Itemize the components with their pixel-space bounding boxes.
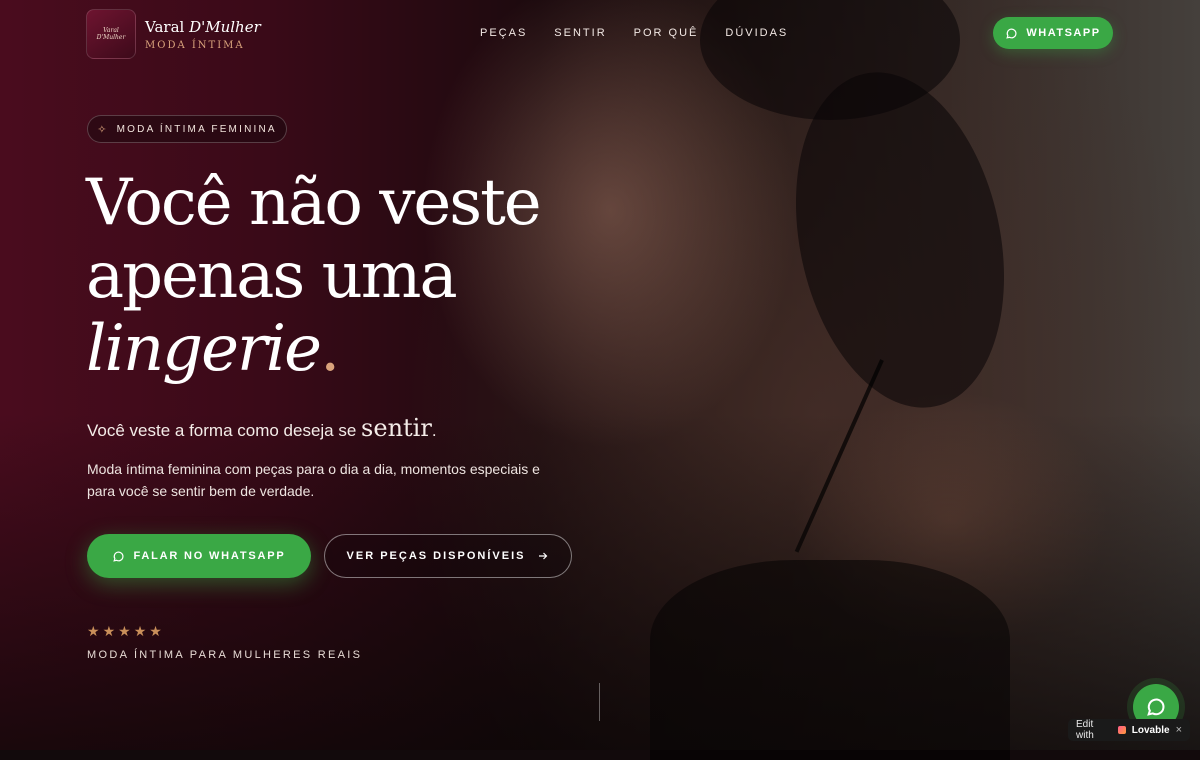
cta-view-pieces-label: VER PEÇAS DISPONÍVEIS — [346, 550, 526, 562]
nav-item-sentir[interactable]: SENTIR — [554, 27, 606, 39]
nav-item-duvidas[interactable]: DÚVIDAS — [725, 27, 788, 39]
cta-whatsapp-button[interactable]: FALAR NO WHATSAPP — [87, 534, 311, 578]
star-icon: ★ — [87, 623, 100, 639]
brand-subtitle: MODA ÍNTIMA — [145, 39, 245, 51]
hero-headline: Você não veste apenas uma lingerie. — [86, 167, 606, 386]
brand-name: Varal D'Mulher — [145, 18, 261, 36]
nav-item-por-que[interactable]: POR QUÊ — [634, 27, 699, 39]
cta-whatsapp-label: FALAR NO WHATSAPP — [133, 550, 286, 562]
category-badge-label: MODA ÍNTIMA FEMININA — [116, 123, 277, 135]
photo-shadow — [650, 560, 1010, 760]
star-icon: ★ — [102, 623, 116, 639]
arrow-right-icon — [539, 552, 548, 560]
cta-view-pieces-button[interactable]: VER PEÇAS DISPONÍVEIS — [324, 534, 572, 578]
subheadline-accent: sentir — [361, 414, 432, 442]
photo-shadow — [766, 52, 1034, 428]
photo-shadow — [700, 0, 960, 120]
main-nav: PEÇAS SENTIR POR QUÊ DÚVIDAS — [480, 27, 788, 39]
subheadline-suffix: . — [431, 421, 437, 440]
headline-italic-word: lingerie — [86, 312, 322, 386]
headline-line-1: Você não veste — [86, 166, 542, 240]
lovable-brand: Lovable — [1131, 724, 1170, 736]
logo-mark-line2: D'Mulher — [96, 34, 126, 41]
whatsapp-icon — [1147, 698, 1165, 716]
header-whatsapp-button[interactable]: WHATSAPP — [993, 17, 1113, 49]
hero-description: Moda íntima feminina com peças para o di… — [87, 461, 540, 499]
close-icon[interactable]: × — [1176, 724, 1182, 736]
nav-item-pecas[interactable]: PEÇAS — [480, 27, 527, 39]
brand-name-prefix: Varal — [145, 17, 190, 36]
star-icon: ★ — [133, 623, 147, 639]
star-icon: ★ — [118, 623, 131, 639]
headline-line-2: apenas uma — [86, 239, 458, 313]
whatsapp-icon — [1006, 28, 1017, 39]
scroll-indicator — [599, 683, 600, 721]
star-icon: ★ — [149, 623, 162, 639]
whatsapp-icon — [113, 551, 124, 562]
photo-shadow — [794, 359, 884, 553]
brand-logo[interactable]: Varal D'Mulher Varal D'Mulher MODA ÍNTIM… — [86, 9, 261, 59]
logo-mark: Varal D'Mulher — [86, 9, 136, 59]
logo-wordmark: Varal D'Mulher MODA ÍNTIMA — [145, 18, 261, 51]
star-rating: ★ ★ ★ ★ ★ — [87, 623, 162, 640]
header-whatsapp-label: WHATSAPP — [1026, 27, 1101, 39]
sparkle-icon: ✧ — [97, 123, 109, 136]
subheadline-prefix: Você veste a forma como deseja se — [87, 421, 362, 440]
logo-mark-line1: Varal — [103, 27, 119, 34]
edit-with-lovable-badge[interactable]: Edit with Lovable × — [1068, 719, 1190, 741]
lovable-prefix: Edit with — [1076, 719, 1094, 741]
headline-period: . — [319, 312, 340, 386]
category-badge: ✧ MODA ÍNTIMA FEMININA — [87, 115, 287, 143]
hero-tagline: MODA ÍNTIMA PARA MULHERES REAIS — [87, 649, 363, 661]
lovable-heart-icon — [1118, 726, 1126, 734]
hero-subheadline: Você veste a forma como deseja se sentir… — [87, 414, 437, 442]
brand-name-italic: D'Mulher — [189, 17, 261, 36]
